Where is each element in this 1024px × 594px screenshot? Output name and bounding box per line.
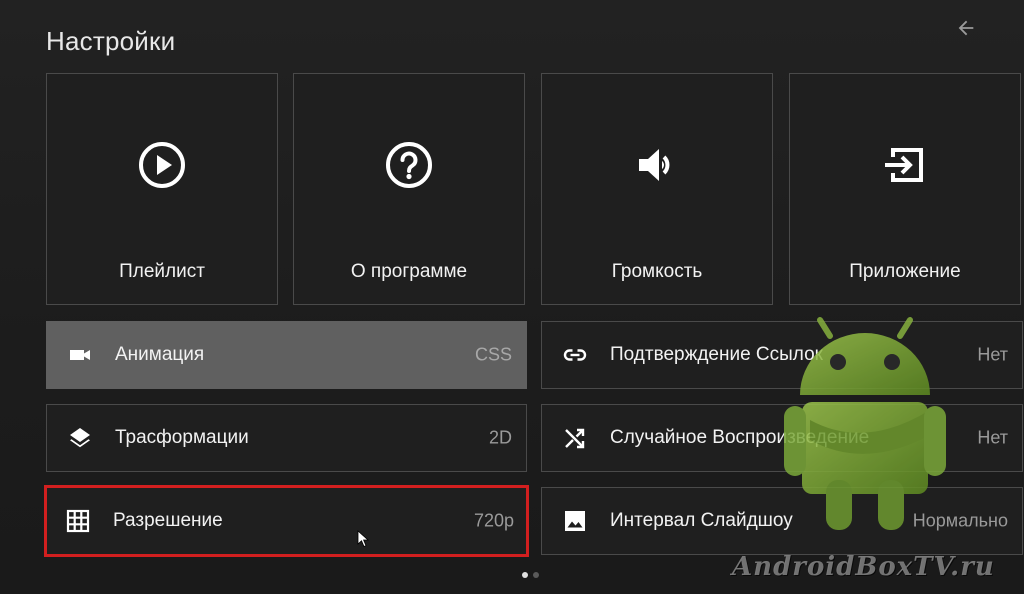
- volume-icon: [639, 149, 670, 181]
- link-icon: [563, 349, 587, 361]
- setting-animation[interactable]: Анимация CSS: [46, 321, 527, 389]
- page-title: Настройки: [46, 26, 176, 56]
- mouse-cursor-icon: [357, 530, 369, 548]
- back-button[interactable]: [952, 14, 980, 42]
- tile-about[interactable]: О программе: [293, 73, 525, 305]
- grid-icon: [66, 509, 90, 533]
- tile-label: Плейлист: [119, 261, 205, 282]
- setting-value: Нет: [977, 427, 1008, 448]
- setting-transformations[interactable]: Трасформации 2D: [46, 404, 527, 472]
- exit-to-app-icon: [885, 148, 923, 182]
- setting-value: 720p: [473, 510, 514, 531]
- tile-label: О программе: [350, 261, 468, 282]
- play-circle-icon: [139, 142, 185, 188]
- page-dot: [533, 572, 539, 578]
- setting-label: Разрешение: [113, 510, 223, 531]
- arrow-back-icon: [958, 20, 974, 36]
- setting-label: Интервал Слайдшоу: [610, 510, 793, 531]
- help-circle-icon: [386, 142, 432, 188]
- tile-label: Приложение: [849, 261, 961, 282]
- settings-screen: Настройки Плейлист О программе Громкость: [0, 0, 1024, 594]
- image-icon: [565, 511, 585, 531]
- tile-playlist[interactable]: Плейлист: [46, 73, 278, 305]
- layers-icon: [70, 428, 90, 448]
- setting-value: Нет: [977, 344, 1008, 365]
- page-dot-active: [522, 572, 528, 578]
- tile-volume[interactable]: Громкость: [541, 73, 773, 305]
- setting-label: Анимация: [115, 344, 205, 365]
- setting-value: CSS: [474, 344, 512, 365]
- setting-label: Трасформации: [115, 427, 249, 448]
- android-mascot-icon: [784, 317, 946, 530]
- tile-label: Громкость: [611, 261, 703, 282]
- videocam-icon: [70, 350, 90, 360]
- setting-resolution[interactable]: Разрешение 720p: [44, 485, 529, 557]
- shuffle-icon: [565, 428, 585, 449]
- setting-value: 2D: [488, 427, 512, 448]
- page-indicator: [522, 572, 539, 578]
- watermark-text: AndroidBoxTV.ru: [732, 552, 995, 582]
- tile-application[interactable]: Приложение: [789, 73, 1021, 305]
